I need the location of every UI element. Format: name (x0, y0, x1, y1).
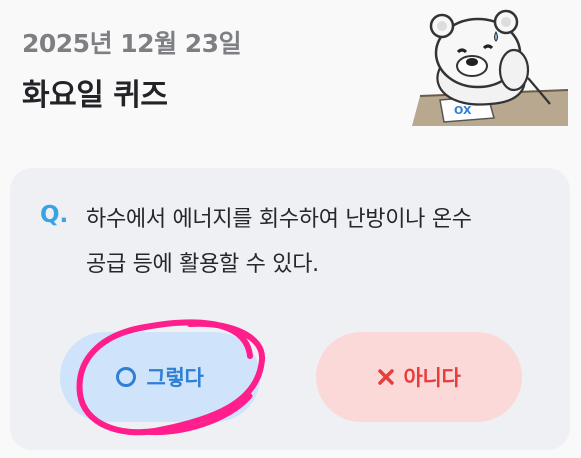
answer-yes-button[interactable]: 그렇다 (60, 332, 260, 422)
svg-text:OX: OX (454, 104, 472, 117)
quiz-date: 2025년 12월 23일 (22, 29, 242, 58)
answer-no-button[interactable]: 아니다 (316, 332, 522, 422)
question-marker: Q. (40, 202, 69, 228)
answer-yes-label: 그렇다 (146, 366, 204, 390)
circle-o-icon (116, 367, 137, 387)
answer-no-label: 아니다 (403, 366, 461, 390)
bear-mascot-illustration: OX (412, 9, 569, 126)
page-title: 화요일 퀴즈 (22, 78, 168, 113)
question-text: 하수에서 에너지를 회수하여 난방이나 온수 공급 등에 활용할 수 있다. (86, 197, 556, 287)
x-mark-icon (378, 369, 395, 385)
question-line-2: 공급 등에 활용할 수 있다. (86, 252, 319, 277)
question-line-1: 하수에서 에너지를 회수하여 난방이나 온수 (86, 207, 472, 232)
